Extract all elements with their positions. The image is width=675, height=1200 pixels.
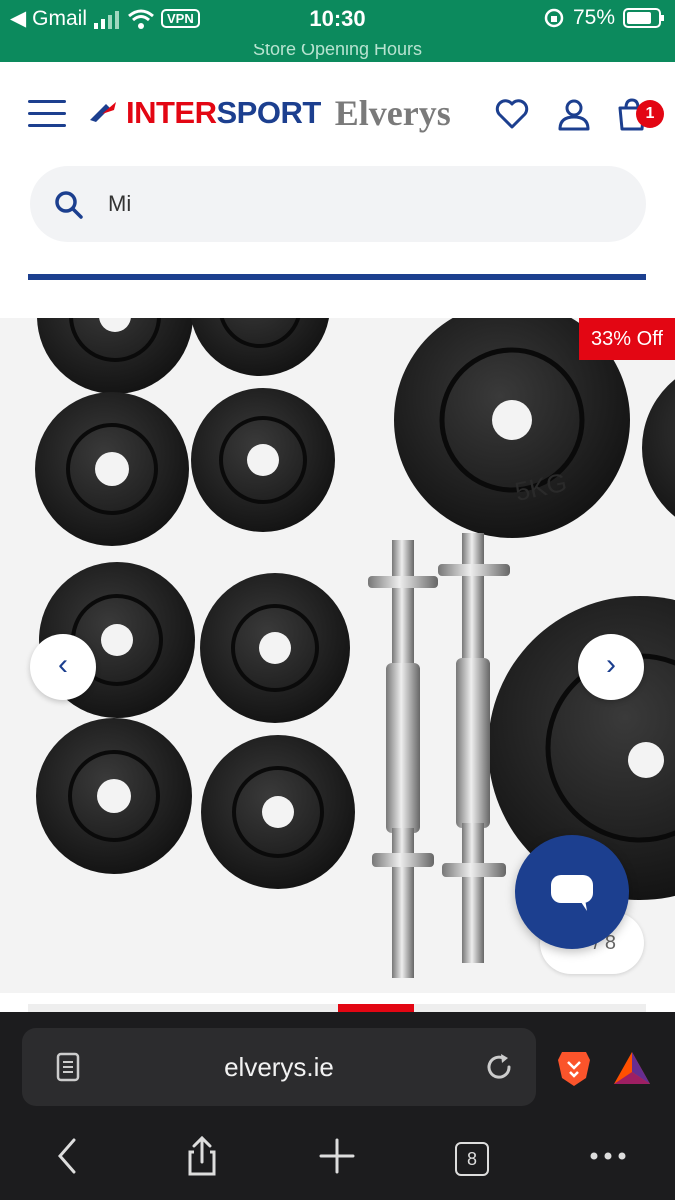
gallery-progress-active — [338, 1004, 414, 1012]
address-url[interactable]: elverys.ie — [22, 1052, 536, 1083]
chevron-left-icon: ‹ — [58, 648, 68, 681]
battery-percent: 75% — [572, 6, 615, 29]
browser-toolbar: elverys.ie 8 — [0, 1012, 675, 1200]
tabs-count-button[interactable]: 8 — [455, 1142, 489, 1176]
back-chevron-icon[interactable] — [48, 1136, 88, 1176]
discount-badge: 33% Off — [579, 318, 675, 360]
search-icon — [55, 191, 83, 219]
gallery-progress-bar — [28, 1004, 646, 1012]
search-bar[interactable] — [30, 166, 646, 242]
store-hours-peek: Store Opening Hours — [252, 44, 423, 59]
reload-icon[interactable] — [482, 1050, 516, 1084]
rotation-lock-icon — [544, 8, 564, 28]
account-user-icon[interactable] — [556, 96, 592, 132]
new-tab-plus-icon[interactable] — [317, 1136, 357, 1176]
site-header: INTERSPORT Elverys 1 — [0, 62, 675, 318]
menu-icon[interactable] — [28, 100, 66, 128]
chat-bubble-icon — [551, 875, 593, 911]
gallery-prev-button[interactable]: ‹ — [30, 634, 96, 700]
share-icon[interactable] — [182, 1136, 222, 1176]
gallery-next-button[interactable]: › — [578, 634, 644, 700]
intersport-elverys-logo[interactable]: INTERSPORT Elverys — [88, 92, 451, 134]
battery-icon — [623, 8, 664, 28]
intersport-swoosh-icon — [90, 102, 116, 122]
logo-elverys: Elverys — [334, 93, 451, 133]
header-divider — [28, 274, 646, 280]
brave-rewards-icon[interactable] — [612, 1050, 652, 1086]
more-options-icon[interactable] — [588, 1136, 628, 1176]
logo-intersport: INTERSPORT — [126, 95, 321, 130]
live-chat-button[interactable] — [515, 835, 629, 949]
search-input[interactable] — [108, 184, 608, 224]
wishlist-heart-icon[interactable] — [494, 96, 530, 132]
address-bar[interactable]: elverys.ie — [22, 1028, 536, 1106]
chevron-right-icon: › — [606, 648, 616, 681]
cart-count-badge: 1 — [636, 100, 664, 128]
status-bar: ◀ Gmail VPN 10:30 75% Store Opening Hour… — [0, 0, 675, 62]
brave-shields-icon[interactable] — [556, 1048, 592, 1088]
